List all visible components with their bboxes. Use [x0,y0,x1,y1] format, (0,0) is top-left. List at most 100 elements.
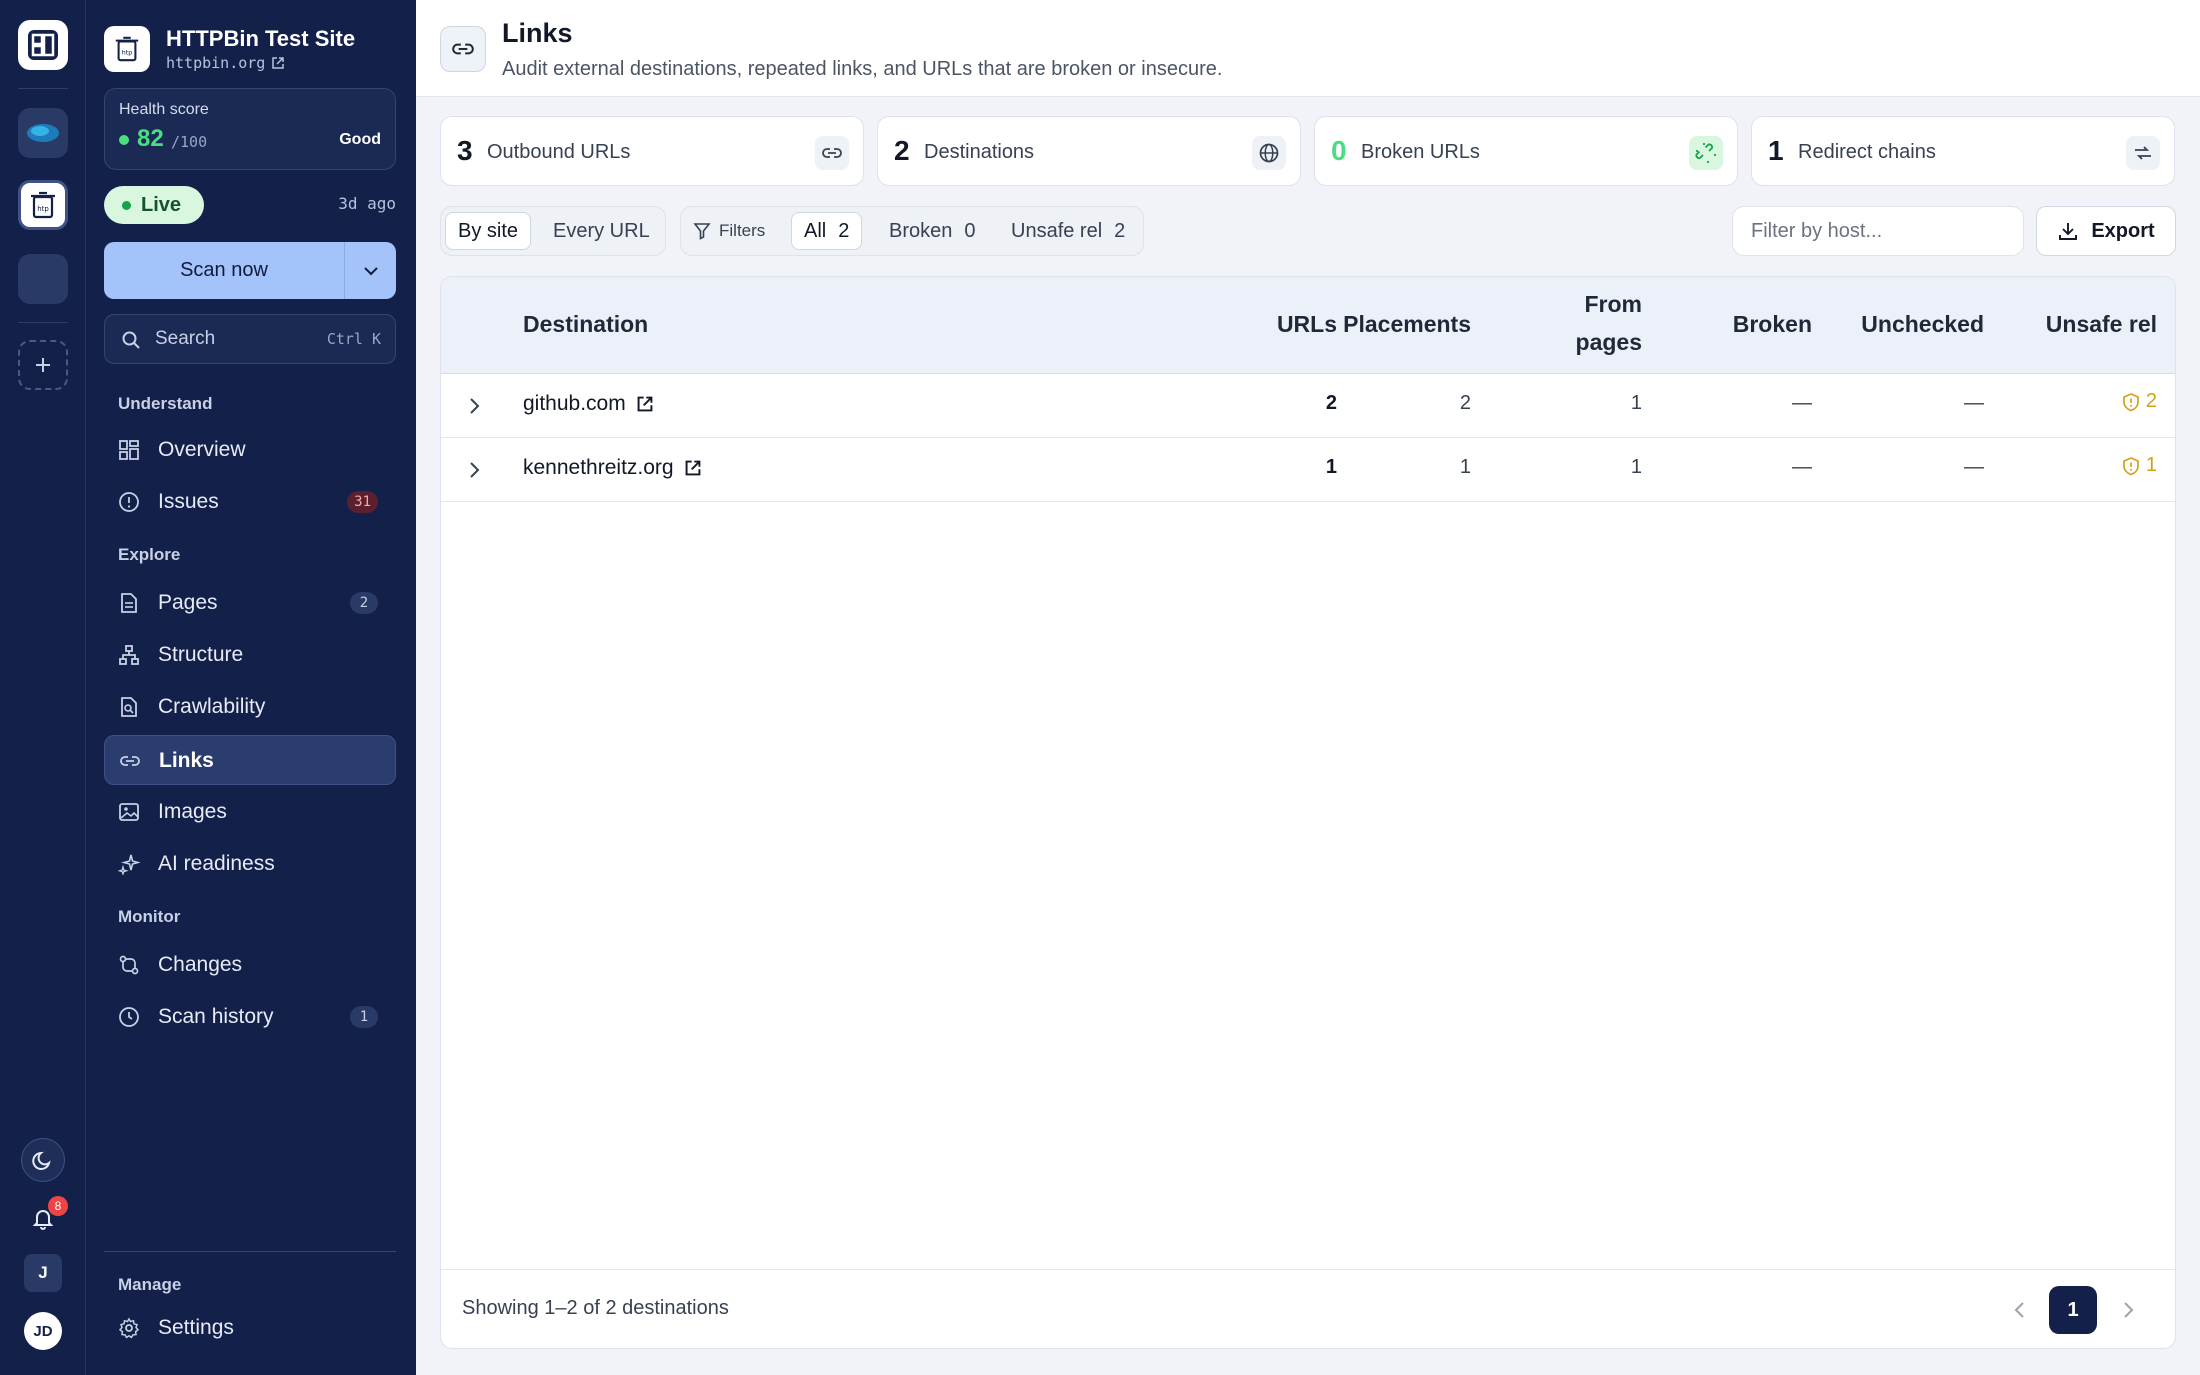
view-by-site-button[interactable]: By site [445,212,532,250]
page-title: Links [502,18,573,48]
health-score-card[interactable]: Health score 82 /100 Good [104,88,396,170]
filter-unsafe-rel-label: Unsafe rel [1011,219,1103,242]
filters-label-group[interactable]: Filters [683,212,775,250]
health-score-max: /100 [171,133,208,151]
chevron-right-icon[interactable] [467,460,481,480]
rail-divider [18,322,68,323]
cell-unchecked: — [1964,456,1984,478]
view-every-url-button[interactable]: Every URL [541,212,662,250]
stat-outbound-urls[interactable]: 3 Outbound URLs [440,116,864,186]
stat-value: 3 [457,135,473,166]
stat-label: Destinations [924,141,1035,163]
host-filter-placeholder: Filter by host... [1751,220,1883,242]
theme-toggle-button[interactable] [21,1138,65,1182]
sidebar-item-label: Issues [158,490,219,513]
sidebar-item-label: Structure [158,643,244,666]
search-box[interactable]: Search Ctrl K [104,314,396,364]
unsafe-rel-count: 1 [2145,454,2157,476]
last-scan-time: 3d ago [338,194,396,213]
external-link-icon [272,57,285,69]
site-header: htp HTTPBin Test Site httpbin.org [104,24,404,74]
moon-icon [32,1151,51,1170]
live-label: Live [141,193,182,216]
sidebar-item-scan-history[interactable]: Scan history 1 [104,992,396,1042]
health-score-label: Health score [119,101,209,118]
col-from-pages-line2[interactable]: pages [1576,329,1642,356]
document-icon [121,593,137,613]
broken-link-icon [1695,143,1716,163]
current-page-button[interactable]: 1 [2049,1286,2097,1334]
httpbin-trash-icon: htp [31,191,55,219]
sidebar-item-ai-readiness[interactable]: AI readiness [104,839,396,889]
external-link-icon [685,460,700,476]
table-footer: Showing 1–2 of 2 destinations 1 [441,1269,2175,1348]
filter-unsafe-rel-button[interactable]: Unsafe rel 2 [999,212,1137,250]
nav-section-understand: Understand [118,394,213,413]
plus-icon [36,358,50,372]
sidebar-item-links[interactable]: Links [104,735,396,785]
scan-button-group: Scan now [104,242,396,299]
next-page-button[interactable] [2121,1300,2135,1320]
sidebar-item-overview[interactable]: Overview [104,425,396,475]
add-site-button[interactable] [18,340,68,390]
rail-site-httpbin[interactable]: htp [18,180,68,230]
stat-value: 0 [1331,135,1347,166]
sitemap-icon [119,645,139,665]
health-score-value: 82 [137,125,164,152]
col-destination[interactable]: Destination [523,311,648,338]
image-icon [119,803,139,821]
sidebar-item-issues[interactable]: Issues 31 [104,477,396,527]
stat-broken-urls[interactable]: 0 Broken URLs [1314,116,1738,186]
filter-all-count: 2 [838,219,850,242]
sidebar-item-images[interactable]: Images [104,787,396,837]
sparkles-icon [118,854,140,875]
stat-label: Redirect chains [1798,141,1936,163]
sidebar-item-label: Scan history [158,1005,274,1028]
site-url-link[interactable]: httpbin.org [166,54,285,72]
sidebar-item-settings[interactable]: Settings [104,1303,396,1353]
notifications-button[interactable]: 8 [21,1196,68,1240]
previous-page-button[interactable] [2013,1300,2027,1320]
stat-destinations[interactable]: 2 Destinations [877,116,1301,186]
table-row[interactable]: kennethreitz.org 1 1 1 — — 1 [441,438,2175,502]
col-unchecked[interactable]: Unchecked [1861,311,1984,338]
sidebar-item-changes[interactable]: Changes [104,940,396,990]
sidebar-item-crawlability[interactable]: Crawlability [104,682,396,732]
export-label: Export [2091,219,2155,242]
destination-host-link[interactable]: github.com [523,392,654,416]
user-initial-button[interactable]: J [24,1254,62,1292]
live-status-badge: Live [104,186,204,224]
stat-redirect-chains[interactable]: 1 Redirect chains [1751,116,2175,186]
link-icon [452,43,474,55]
nav-section-manage: Manage [118,1275,182,1294]
scan-now-button[interactable]: Scan now [104,242,344,299]
export-button[interactable]: Export [2036,206,2176,256]
app-logo[interactable] [18,20,68,70]
table-row[interactable]: github.com 2 2 1 — — 2 [441,374,2175,438]
col-placements[interactable]: Placements [1343,311,1471,338]
col-urls[interactable]: URLs [1277,311,1337,338]
scan-history-count-badge: 1 [350,1006,378,1028]
filter-broken-button[interactable]: Broken 0 [877,212,988,250]
rail-site-1[interactable] [18,108,68,158]
sidebar-item-pages[interactable]: Pages 2 [104,578,396,628]
col-from-pages-line1[interactable]: From [1585,291,1643,318]
sidebar: htp HTTPBin Test Site httpbin.org Health… [86,0,416,1375]
table-header: Destination URLs Placements From pages B… [441,277,2175,374]
filter-all-button[interactable]: All 2 [791,212,863,250]
user-avatar[interactable]: JD [24,1312,62,1350]
search-shortcut: Ctrl K [326,330,381,348]
cell-urls: 2 [1325,392,1337,414]
destination-host: github.com [523,392,626,415]
filter-bar: Filters All 2 Broken 0 Unsafe rel 2 [680,206,1144,256]
scan-options-button[interactable] [344,242,396,299]
sidebar-item-structure[interactable]: Structure [104,630,396,680]
col-broken[interactable]: Broken [1733,311,1812,338]
rail-site-3[interactable] [18,254,68,304]
pages-count-badge: 2 [350,592,378,614]
destination-host-link[interactable]: kennethreitz.org [523,456,702,480]
col-unsafe-rel[interactable]: Unsafe rel [2046,311,2157,338]
chevron-right-icon[interactable] [467,396,481,416]
host-filter-input[interactable]: Filter by host... [1732,206,2024,256]
page-subtitle: Audit external destinations, repeated li… [502,58,1223,80]
